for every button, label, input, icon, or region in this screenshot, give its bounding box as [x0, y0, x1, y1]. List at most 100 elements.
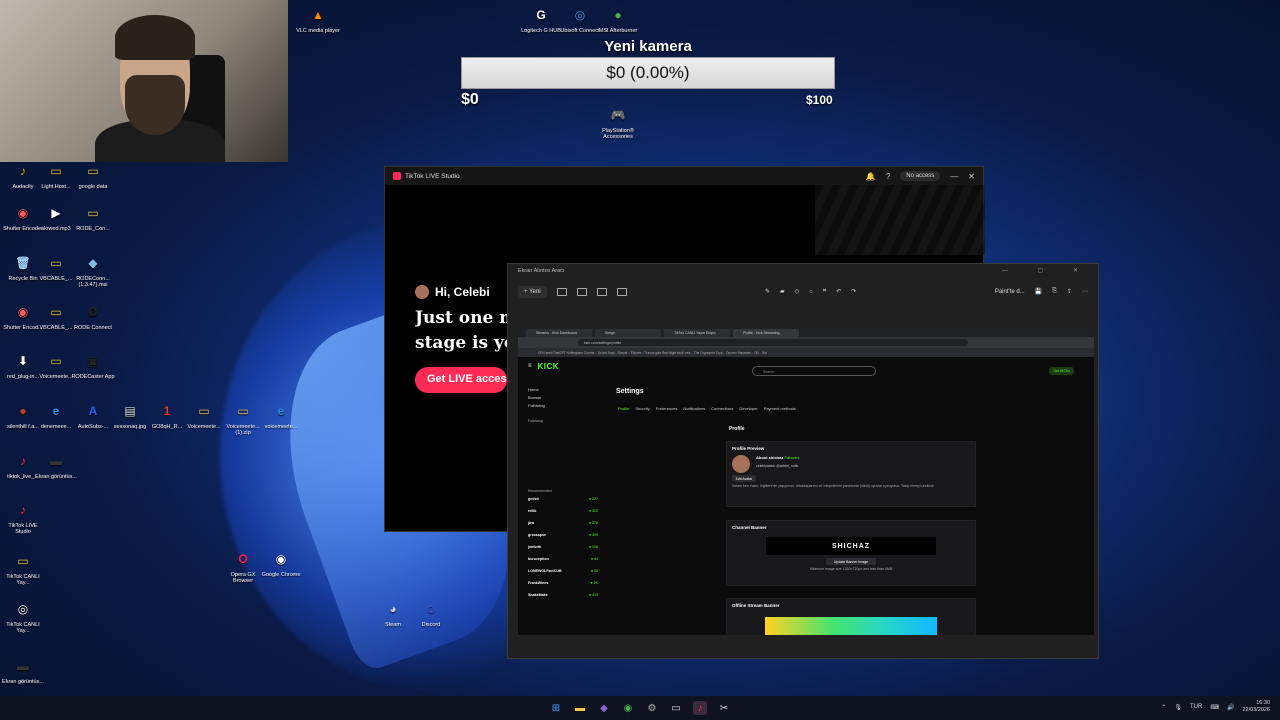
open-in-paint-button[interactable]: Paint'te d...	[995, 289, 1025, 295]
desktop-icon-label: google data	[78, 184, 108, 190]
desktop-icon[interactable]: ▲ VLC media player	[295, 4, 341, 34]
browser-tab[interactable]: Streams - Kick Dashboard	[526, 329, 592, 337]
desktop-app-icon: Ø	[88, 305, 98, 319]
browser-tab[interactable]: TikTok CANLI Yayın Ekipm	[664, 329, 730, 337]
address-bar[interactable]: kick.com/settings/profile	[518, 337, 1094, 348]
copy-icon[interactable]: ⎘	[1052, 288, 1057, 295]
terminal-icon[interactable]: ▭	[669, 701, 683, 715]
tab-payment-methods[interactable]: Payment methods	[764, 406, 796, 411]
close-icon[interactable]: ✕	[968, 172, 975, 181]
pen-icon[interactable]: ✎	[765, 288, 770, 295]
minimize-icon[interactable]: —	[950, 172, 958, 181]
desktop-icon[interactable]: ▭ google data	[70, 160, 116, 190]
tab-connections[interactable]: Connections	[711, 406, 733, 411]
volume-icon[interactable]: 🔊	[1227, 704, 1234, 711]
recommended-channel[interactable]: jlea ● 278	[528, 521, 598, 533]
recommended-channel[interactable]: grossapse ● 309	[528, 533, 598, 545]
url-text[interactable]: kick.com/settings/profile	[578, 339, 968, 346]
eraser-icon[interactable]: ◇	[795, 288, 800, 295]
screenshot-mode-icon[interactable]	[556, 287, 567, 296]
desktop-icon[interactable]: ▣ RODECaster App	[70, 350, 116, 380]
language-indicator[interactable]: TUR	[1190, 704, 1202, 710]
captured-kick-page: Streams - Kick Dashboard Sleigh TikTok C…	[518, 327, 1094, 635]
help-icon[interactable]: ?	[886, 172, 890, 181]
mic-icon[interactable]: 🎙	[1174, 704, 1182, 711]
desktop-icon[interactable]: ▬ Ekran görüntüs...	[0, 655, 46, 685]
desktop-icon-label: RODECaster App	[71, 374, 115, 380]
account-status[interactable]: No access	[900, 171, 941, 181]
profile-preview-card: Profile Preview About shichaz Followers …	[726, 441, 976, 507]
clock[interactable]: 16:30 22/03/2026	[1242, 700, 1270, 714]
desktop-icon[interactable]: Ø RODE Connect	[70, 301, 116, 331]
desktop-icon[interactable]: ▬ Ekran görüntüs...	[33, 450, 79, 480]
desktop-icon[interactable]: ● MSI Afterburner	[595, 4, 641, 34]
new-snip-button[interactable]: + Yeni	[518, 285, 547, 298]
start-icon[interactable]: ⊞	[549, 701, 563, 715]
highlighter-icon[interactable]: ▰	[780, 288, 785, 295]
avatar	[415, 285, 429, 299]
webcam-person-beard	[125, 75, 185, 135]
nav-browse[interactable]: Browse	[528, 395, 598, 403]
browser-tab[interactable]: Sleigh	[595, 329, 661, 337]
tray-chevron-icon[interactable]: ⌃	[1161, 704, 1166, 711]
kick-search-input[interactable]: Search	[752, 366, 876, 376]
tab-security[interactable]: Security	[635, 406, 649, 411]
tiktok-title-bar[interactable]: TikTok LIVE Studio 🔔 ? No access — ✕	[385, 167, 983, 185]
file-explorer-icon[interactable]: ▬	[573, 701, 587, 715]
bell-icon[interactable]: 🔔	[866, 172, 876, 181]
undo-icon[interactable]: ↶	[836, 288, 841, 295]
recommended-channel[interactable]: buruception ● 44	[528, 557, 598, 569]
get-live-access-button[interactable]: Get LIVE acces	[415, 367, 507, 393]
viewer-count: ● 227	[588, 497, 598, 501]
settings-icon[interactable]: ⚙	[645, 701, 659, 715]
recommended-channel[interactable]: ShakeMake ● 413	[528, 593, 598, 605]
save-icon[interactable]: 💾	[1035, 288, 1042, 295]
browser-tab-active[interactable]: Profile - Kick Streaming	[733, 329, 799, 337]
recommended-channel[interactable]: rellik ● 302	[528, 509, 598, 521]
kick-logo[interactable]: KICK	[538, 362, 560, 371]
shapes-icon[interactable]: ○	[809, 289, 813, 295]
desktop-icon[interactable]: ▭ RODE_Con...	[70, 202, 116, 232]
network-icon[interactable]: ⌨	[1210, 704, 1219, 711]
snipping-tool-window[interactable]: Ekran Alıntısı Aracı — ▢ ✕ + Yeni ✎ ▰ ◇ …	[507, 263, 1099, 659]
video-mode-icon[interactable]	[576, 287, 587, 296]
desktop-icon[interactable]: ▭ TikTok CANLI Yay...	[0, 550, 46, 586]
chrome-icon[interactable]: ◉	[621, 701, 635, 715]
edit-avatar-button[interactable]: Edit Avatar	[732, 475, 756, 482]
nav-following[interactable]: Following	[528, 403, 598, 411]
desktop-icon[interactable]: ☺ Discord	[408, 598, 454, 628]
desktop-icon[interactable]: ◆ RODEConn... (1.3.47).msi	[70, 252, 116, 288]
get-kicks-button[interactable]: Get KICKs	[1049, 367, 1074, 375]
app-icon[interactable]: ◆	[597, 701, 611, 715]
desktop-icon[interactable]: ♪ TikTok LIVE Studio	[0, 499, 46, 535]
update-banner-button[interactable]: Update Banner Image	[826, 558, 876, 565]
crop-icon[interactable]: ⌗	[823, 288, 826, 295]
desktop-app-icon: A	[88, 404, 98, 418]
nav-home[interactable]: Home	[528, 387, 598, 395]
desktop-icon[interactable]: e voicemeete...	[258, 400, 304, 430]
tab-profile[interactable]: Profile	[618, 406, 629, 411]
snipping-window-controls[interactable]: — ▢ ✕	[1002, 267, 1092, 274]
recommended-channel[interactable]: LONEWOLFactCUB ● 36	[528, 569, 598, 581]
menu-icon[interactable]: ≡	[528, 363, 532, 369]
goal-min-label: $0	[461, 91, 479, 108]
snipping-taskbar-icon[interactable]: ✂	[717, 701, 731, 715]
desktop-icon[interactable]: ◎ TikTok CANLI Yay...	[0, 598, 46, 634]
redo-icon[interactable]: ↷	[851, 288, 856, 295]
share-icon[interactable]: ⇪	[1067, 288, 1072, 295]
tiktok-taskbar-icon[interactable]: ♪	[693, 701, 707, 715]
desktop-app-icon: ♪	[20, 454, 26, 468]
rectangle-mode-icon[interactable]	[596, 287, 607, 296]
desktop-icon[interactable]: 🎮 PlayStation® Accessories	[595, 104, 641, 140]
recommended-channel[interactable]: FrankWines ● 2K	[528, 581, 598, 593]
recommended-channel[interactable]: gmfsti ● 227	[528, 497, 598, 509]
tab-preferences[interactable]: Preferences	[656, 406, 678, 411]
delay-icon[interactable]	[616, 287, 627, 296]
tab-notifications[interactable]: Notifications	[683, 406, 705, 411]
social-links[interactable]: celebiyasinn @celebi_nutis	[756, 464, 799, 468]
desktop-icon[interactable]: ◉ Google Chrome	[258, 548, 304, 578]
profile-avatar	[732, 455, 750, 473]
tab-developer[interactable]: Developer	[739, 406, 757, 411]
more-icon[interactable]: ⋯	[1082, 288, 1088, 295]
recommended-channel[interactable]: jsnforth ● 106	[528, 545, 598, 557]
